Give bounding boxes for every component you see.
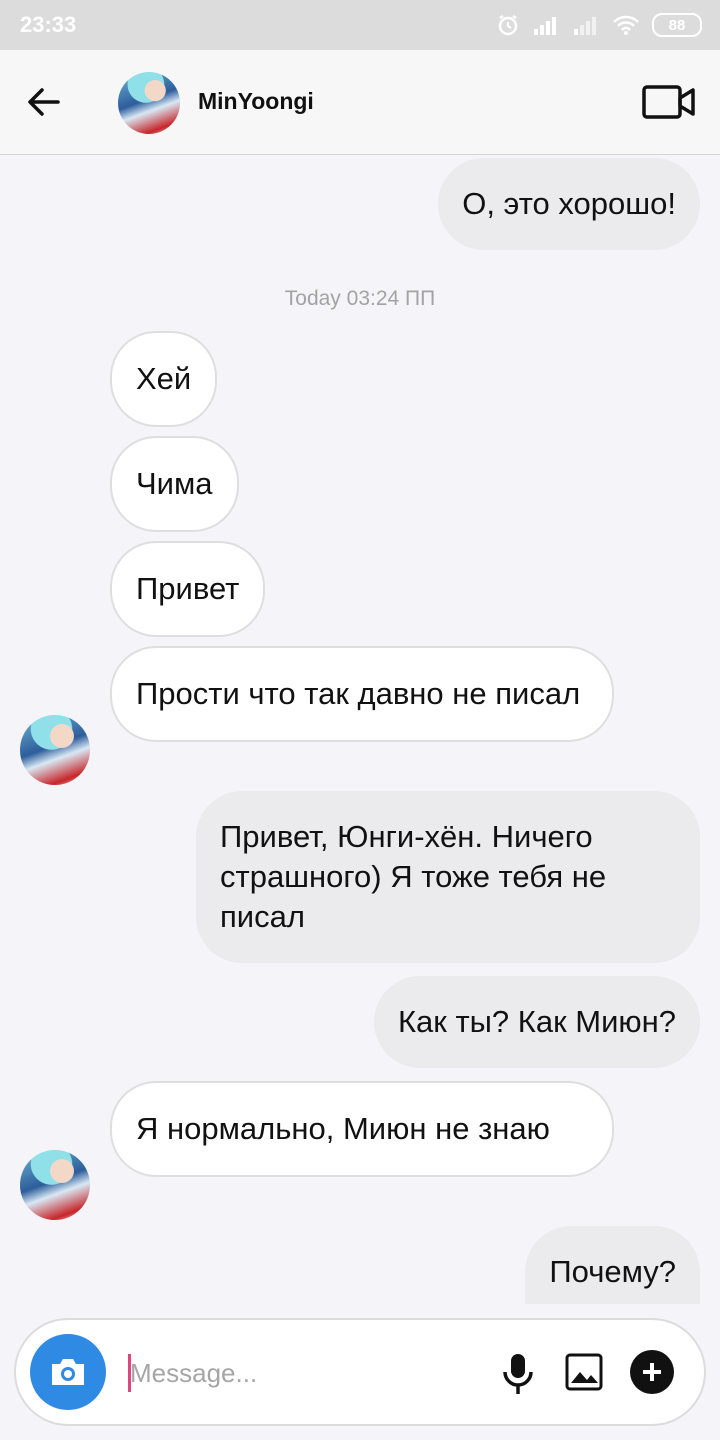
gallery-button[interactable] (564, 1352, 604, 1392)
video-camera-icon (642, 85, 695, 119)
message-bubble-received[interactable]: Хей (110, 331, 218, 427)
signal-2-icon (574, 17, 596, 35)
message-timestamp: Today 03:24 ПП (284, 287, 436, 310)
message-bubble-received[interactable]: Прости что так давно не писал (110, 646, 614, 742)
sender-avatar[interactable] (20, 715, 90, 785)
video-call-button[interactable] (642, 84, 696, 120)
contact-avatar[interactable] (118, 72, 180, 134)
message-bubble-sent[interactable]: Как ты? Как Миюн? (373, 976, 700, 1068)
message-composer (14, 1318, 706, 1426)
status-icons: 88 (496, 10, 702, 40)
chat-header: MinYoongi (0, 50, 720, 155)
alarm-icon (498, 14, 518, 36)
sender-avatar[interactable] (20, 1150, 90, 1220)
camera-icon (52, 1359, 84, 1385)
more-options-button[interactable] (630, 1350, 674, 1394)
camera-button[interactable] (30, 1334, 106, 1410)
back-arrow-icon (28, 88, 60, 116)
message-bubble-sent[interactable]: О, это хорошо! (438, 158, 700, 250)
message-bubble-sent[interactable]: Привет, Юнги-хён. Ничего страшного) Я то… (196, 791, 700, 963)
message-bubble-received[interactable]: Чима (110, 436, 239, 532)
back-button[interactable] (24, 82, 64, 122)
battery-level: 88 (668, 16, 686, 34)
microphone-icon (503, 1354, 533, 1394)
image-icon (565, 1353, 603, 1391)
wifi-icon (613, 15, 639, 35)
plus-icon (643, 1363, 661, 1381)
contact-name[interactable]: MinYoongi (198, 88, 314, 115)
message-bubble-received[interactable]: Я нормально, Миюн не знаю (110, 1081, 614, 1177)
message-bubble-received[interactable]: Привет (110, 541, 266, 637)
message-bubble-sent[interactable]: Почему? (525, 1226, 700, 1304)
text-cursor (128, 1354, 131, 1392)
voice-message-button[interactable] (500, 1352, 536, 1396)
battery-icon: 88 (652, 13, 702, 37)
status-bar: 23:33 88 (0, 0, 720, 50)
message-input[interactable] (128, 1350, 472, 1396)
signal-icon (534, 17, 556, 35)
status-time: 23:33 (20, 12, 77, 37)
